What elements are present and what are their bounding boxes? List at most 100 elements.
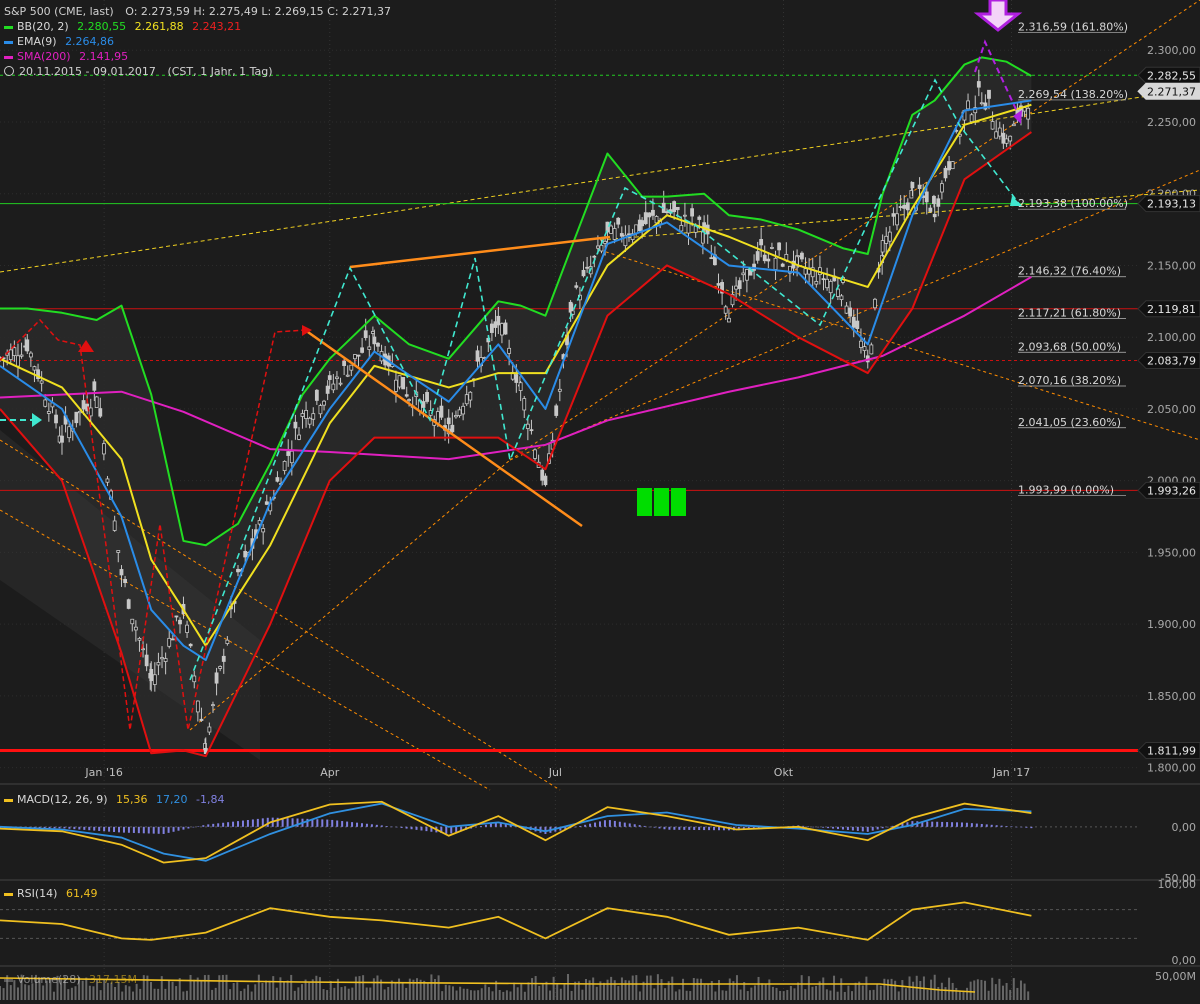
volume-bar	[886, 979, 889, 1000]
volume-bar	[976, 979, 979, 1000]
candle-body	[318, 405, 323, 415]
volume-bar	[782, 991, 785, 1000]
volume-bar	[114, 986, 117, 1000]
volume-bar	[764, 983, 767, 1000]
volume-bar	[232, 983, 235, 1000]
volume-bar	[423, 980, 426, 1000]
volume-bar	[265, 980, 268, 1000]
volume-bar	[897, 991, 900, 1000]
candle-body	[1001, 132, 1006, 144]
candle-body	[489, 323, 494, 333]
candle-body	[1011, 123, 1016, 127]
rsi-legend: RSI(14) 61,49	[4, 886, 97, 901]
candle-body	[188, 643, 193, 647]
macd-histogram-bar	[653, 826, 656, 828]
macd-histogram-bar	[484, 824, 487, 827]
macd-histogram-bar	[633, 824, 636, 827]
macd-histogram-bar	[802, 825, 805, 827]
macd-histogram-bar	[846, 826, 849, 830]
volume-bar	[272, 976, 275, 1000]
candle-body	[814, 281, 819, 285]
volume-bar	[940, 982, 943, 1000]
candle-body	[149, 669, 154, 682]
fib-level-label: 2.193,38 (100.00%)	[1018, 197, 1128, 210]
candle-body	[152, 674, 157, 685]
candle-body	[529, 429, 534, 432]
volume-bar	[1012, 978, 1015, 1000]
volume-bar	[904, 988, 907, 1000]
volume-bar	[567, 974, 570, 1000]
volume-bar	[279, 977, 282, 1000]
candle-body	[275, 477, 280, 482]
candle-body	[174, 615, 179, 618]
macd-histogram-bar	[237, 821, 240, 827]
volume-bar	[437, 975, 440, 1000]
candle-body	[873, 298, 877, 309]
volume-bar	[768, 979, 771, 1000]
macd-histogram-bar	[951, 822, 954, 827]
candle-body	[727, 317, 731, 323]
candle-body	[446, 417, 451, 425]
candle-body	[690, 208, 694, 217]
macd-histogram-bar	[380, 825, 383, 827]
candle-body	[932, 195, 936, 205]
volume-bar	[329, 981, 332, 1000]
volume-bar	[344, 986, 347, 1000]
candle-body	[43, 399, 48, 407]
candle-body	[192, 675, 197, 683]
macd-histogram-bar	[331, 819, 334, 827]
candle-body	[859, 340, 863, 348]
ema-swatch	[4, 40, 13, 44]
bb-middle-value: 2.261,88	[134, 20, 184, 33]
macd-histogram-bar	[356, 822, 359, 827]
candle-body	[851, 316, 856, 328]
volume-bar	[387, 986, 390, 1000]
candle-body	[325, 385, 330, 394]
volume-bar	[1027, 991, 1030, 1000]
volume-bar	[520, 984, 523, 1000]
volume-label: Volume(28)	[17, 973, 81, 986]
bb-swatch	[4, 25, 13, 29]
candle-body	[349, 364, 354, 371]
candle-body	[947, 161, 951, 171]
candle-body	[683, 214, 687, 217]
volume-bar	[200, 981, 203, 1000]
volume-bar	[2, 988, 5, 1000]
candle-body	[211, 704, 215, 707]
candle-body	[289, 450, 294, 464]
candle-body	[514, 374, 519, 383]
volume-bar	[980, 979, 983, 1000]
chart-stage: Jan '16 Apr Jul Okt Jan '17 1.800,00 1.850,00 1…	[0, 0, 1200, 1000]
volume-bar	[455, 990, 458, 1000]
macd-histogram-bar	[1010, 826, 1013, 827]
macd-histogram-bar	[207, 824, 210, 827]
macd-histogram-bar	[58, 826, 61, 829]
volume-bar	[635, 975, 638, 1000]
macd-histogram-bar	[420, 826, 423, 831]
macd-histogram-bar	[598, 821, 601, 827]
candle-body	[435, 411, 440, 424]
macd-histogram-bar	[881, 826, 884, 829]
volume-bar	[606, 979, 609, 1000]
macd-histogram-bar	[197, 826, 200, 827]
rsi-label: RSI(14)	[17, 887, 58, 900]
macd-histogram-bar	[232, 821, 235, 827]
candle-body	[686, 222, 691, 234]
candle-body	[848, 307, 853, 317]
volume-bar	[398, 978, 401, 1000]
candle-body	[356, 354, 361, 357]
candle-body	[932, 213, 937, 218]
candle-body	[112, 520, 117, 531]
candle-body	[221, 655, 226, 662]
volume-bar	[563, 984, 566, 1000]
volume-bar	[559, 988, 562, 1000]
candle-body	[777, 242, 782, 251]
volume-bar	[308, 982, 311, 1000]
fib-level-label: 2.316,59 (161.80%)	[1018, 20, 1128, 33]
histogram-value: -1,84	[196, 793, 225, 806]
candle-body	[439, 405, 444, 418]
volume-bar	[851, 991, 854, 1000]
candle-body	[990, 121, 995, 130]
volume-bar	[876, 984, 879, 1000]
volume-bar	[401, 983, 404, 1000]
